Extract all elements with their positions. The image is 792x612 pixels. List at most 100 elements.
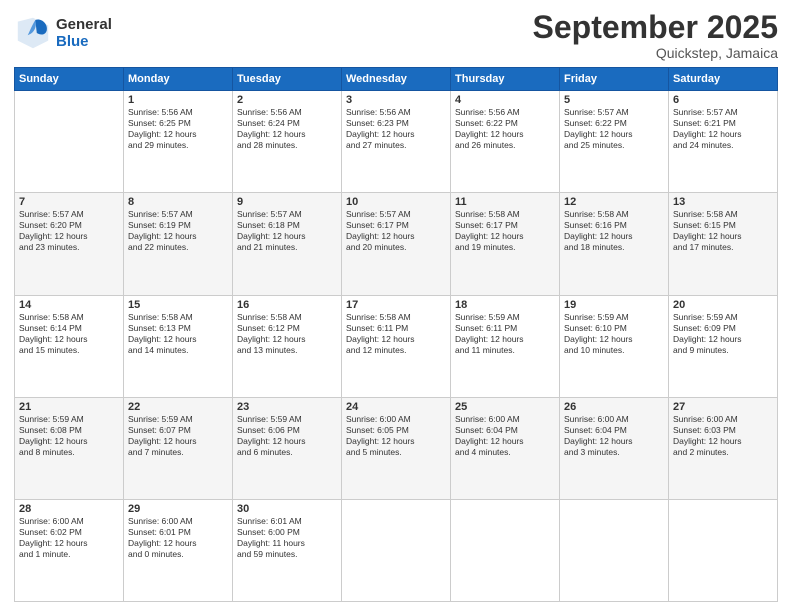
calendar-week-4: 28Sunrise: 6:00 AM Sunset: 6:02 PM Dayli… [15,499,778,601]
calendar-week-2: 14Sunrise: 5:58 AM Sunset: 6:14 PM Dayli… [15,295,778,397]
day-info: Sunrise: 5:58 AM Sunset: 6:17 PM Dayligh… [455,209,555,253]
day-info: Sunrise: 5:56 AM Sunset: 6:23 PM Dayligh… [346,107,446,151]
day-number: 16 [237,299,337,311]
calendar-cell: 10Sunrise: 5:57 AM Sunset: 6:17 PM Dayli… [342,193,451,295]
day-info: Sunrise: 5:58 AM Sunset: 6:16 PM Dayligh… [564,209,664,253]
day-number: 6 [673,94,773,106]
calendar-cell: 26Sunrise: 6:00 AM Sunset: 6:04 PM Dayli… [560,397,669,499]
logo: General Blue [14,14,112,52]
col-tuesday: Tuesday [233,68,342,91]
day-number: 2 [237,94,337,106]
day-number: 13 [673,196,773,208]
day-number: 28 [19,503,119,515]
day-number: 27 [673,401,773,413]
calendar-cell: 7Sunrise: 5:57 AM Sunset: 6:20 PM Daylig… [15,193,124,295]
day-number: 10 [346,196,446,208]
col-saturday: Saturday [669,68,778,91]
day-info: Sunrise: 5:58 AM Sunset: 6:13 PM Dayligh… [128,312,228,356]
calendar-cell: 12Sunrise: 5:58 AM Sunset: 6:16 PM Dayli… [560,193,669,295]
day-info: Sunrise: 5:59 AM Sunset: 6:09 PM Dayligh… [673,312,773,356]
day-info: Sunrise: 6:00 AM Sunset: 6:03 PM Dayligh… [673,414,773,458]
day-info: Sunrise: 6:00 AM Sunset: 6:04 PM Dayligh… [564,414,664,458]
calendar-cell: 27Sunrise: 6:00 AM Sunset: 6:03 PM Dayli… [669,397,778,499]
calendar-cell: 21Sunrise: 5:59 AM Sunset: 6:08 PM Dayli… [15,397,124,499]
calendar-cell: 23Sunrise: 5:59 AM Sunset: 6:06 PM Dayli… [233,397,342,499]
calendar-cell: 30Sunrise: 6:01 AM Sunset: 6:00 PM Dayli… [233,499,342,601]
calendar-cell: 16Sunrise: 5:58 AM Sunset: 6:12 PM Dayli… [233,295,342,397]
day-number: 22 [128,401,228,413]
day-info: Sunrise: 5:56 AM Sunset: 6:22 PM Dayligh… [455,107,555,151]
day-number: 29 [128,503,228,515]
subtitle: Quickstep, Jamaica [533,45,778,61]
col-friday: Friday [560,68,669,91]
day-number: 3 [346,94,446,106]
calendar-cell: 28Sunrise: 6:00 AM Sunset: 6:02 PM Dayli… [15,499,124,601]
day-info: Sunrise: 6:00 AM Sunset: 6:01 PM Dayligh… [128,516,228,560]
day-number: 17 [346,299,446,311]
day-info: Sunrise: 5:59 AM Sunset: 6:07 PM Dayligh… [128,414,228,458]
calendar-cell: 6Sunrise: 5:57 AM Sunset: 6:21 PM Daylig… [669,91,778,193]
day-info: Sunrise: 5:57 AM Sunset: 6:21 PM Dayligh… [673,107,773,151]
page: General Blue September 2025 Quickstep, J… [0,0,792,612]
day-info: Sunrise: 5:57 AM Sunset: 6:18 PM Dayligh… [237,209,337,253]
day-number: 8 [128,196,228,208]
day-info: Sunrise: 5:56 AM Sunset: 6:24 PM Dayligh… [237,107,337,151]
logo-blue: Blue [56,33,112,50]
day-number: 11 [455,196,555,208]
calendar-cell: 29Sunrise: 6:00 AM Sunset: 6:01 PM Dayli… [124,499,233,601]
calendar-cell: 13Sunrise: 5:58 AM Sunset: 6:15 PM Dayli… [669,193,778,295]
day-info: Sunrise: 6:00 AM Sunset: 6:04 PM Dayligh… [455,414,555,458]
calendar-week-3: 21Sunrise: 5:59 AM Sunset: 6:08 PM Dayli… [15,397,778,499]
day-info: Sunrise: 6:00 AM Sunset: 6:05 PM Dayligh… [346,414,446,458]
calendar-cell: 8Sunrise: 5:57 AM Sunset: 6:19 PM Daylig… [124,193,233,295]
calendar-week-0: 1Sunrise: 5:56 AM Sunset: 6:25 PM Daylig… [15,91,778,193]
title-section: September 2025 Quickstep, Jamaica [533,10,778,61]
day-number: 9 [237,196,337,208]
logo-general: General [56,16,112,33]
calendar-cell: 17Sunrise: 5:58 AM Sunset: 6:11 PM Dayli… [342,295,451,397]
calendar-cell: 19Sunrise: 5:59 AM Sunset: 6:10 PM Dayli… [560,295,669,397]
day-info: Sunrise: 5:58 AM Sunset: 6:14 PM Dayligh… [19,312,119,356]
calendar-cell [560,499,669,601]
day-info: Sunrise: 5:57 AM Sunset: 6:20 PM Dayligh… [19,209,119,253]
day-info: Sunrise: 5:57 AM Sunset: 6:22 PM Dayligh… [564,107,664,151]
day-info: Sunrise: 6:01 AM Sunset: 6:00 PM Dayligh… [237,516,337,560]
calendar-cell: 14Sunrise: 5:58 AM Sunset: 6:14 PM Dayli… [15,295,124,397]
calendar-cell: 24Sunrise: 6:00 AM Sunset: 6:05 PM Dayli… [342,397,451,499]
day-info: Sunrise: 5:59 AM Sunset: 6:08 PM Dayligh… [19,414,119,458]
calendar-cell: 15Sunrise: 5:58 AM Sunset: 6:13 PM Dayli… [124,295,233,397]
calendar-cell: 4Sunrise: 5:56 AM Sunset: 6:22 PM Daylig… [451,91,560,193]
calendar-cell [15,91,124,193]
calendar-cell: 22Sunrise: 5:59 AM Sunset: 6:07 PM Dayli… [124,397,233,499]
day-number: 18 [455,299,555,311]
calendar-cell: 20Sunrise: 5:59 AM Sunset: 6:09 PM Dayli… [669,295,778,397]
day-number: 23 [237,401,337,413]
header-row: Sunday Monday Tuesday Wednesday Thursday… [15,68,778,91]
calendar-header: Sunday Monday Tuesday Wednesday Thursday… [15,68,778,91]
logo-svg [14,14,52,52]
day-info: Sunrise: 5:59 AM Sunset: 6:10 PM Dayligh… [564,312,664,356]
calendar-cell [451,499,560,601]
calendar-week-1: 7Sunrise: 5:57 AM Sunset: 6:20 PM Daylig… [15,193,778,295]
day-info: Sunrise: 5:58 AM Sunset: 6:15 PM Dayligh… [673,209,773,253]
col-monday: Monday [124,68,233,91]
day-number: 7 [19,196,119,208]
day-number: 5 [564,94,664,106]
calendar-table: Sunday Monday Tuesday Wednesday Thursday… [14,67,778,602]
day-number: 12 [564,196,664,208]
logo-text: General Blue [56,16,112,51]
calendar-cell [669,499,778,601]
day-number: 20 [673,299,773,311]
day-number: 26 [564,401,664,413]
day-info: Sunrise: 5:57 AM Sunset: 6:19 PM Dayligh… [128,209,228,253]
col-sunday: Sunday [15,68,124,91]
header: General Blue September 2025 Quickstep, J… [14,10,778,61]
day-info: Sunrise: 5:58 AM Sunset: 6:11 PM Dayligh… [346,312,446,356]
day-number: 30 [237,503,337,515]
col-thursday: Thursday [451,68,560,91]
day-info: Sunrise: 5:56 AM Sunset: 6:25 PM Dayligh… [128,107,228,151]
day-number: 1 [128,94,228,106]
day-number: 14 [19,299,119,311]
calendar-cell: 25Sunrise: 6:00 AM Sunset: 6:04 PM Dayli… [451,397,560,499]
day-info: Sunrise: 5:59 AM Sunset: 6:11 PM Dayligh… [455,312,555,356]
